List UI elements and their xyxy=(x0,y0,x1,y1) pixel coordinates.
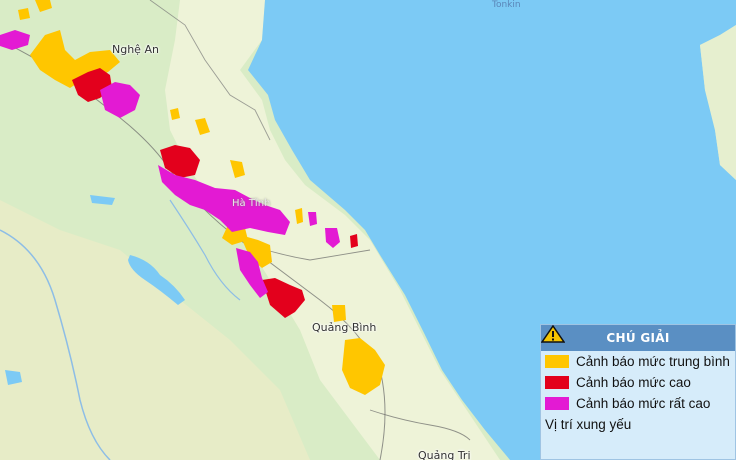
legend-item-very-high: Cảnh báo mức rất cao xyxy=(541,393,735,414)
legend-item-medium: Cảnh báo mức trung bình xyxy=(541,351,735,372)
legend-item-vulnerable: Vị trí xung yếu xyxy=(541,325,735,435)
legend-panel: CHÚ GIẢI Cảnh báo mức trung bình Cảnh bá… xyxy=(540,324,736,460)
legend-swatch-very-high xyxy=(545,397,569,410)
place-quang-tri: Quảng Trị xyxy=(418,449,471,460)
legend-label-vulnerable: Vị trí xung yếu xyxy=(545,417,632,432)
legend-title: CHÚ GIẢI xyxy=(541,325,735,351)
legend-item-high: Cảnh báo mức cao xyxy=(541,372,735,393)
legend-swatch-high xyxy=(545,376,569,389)
map-view[interactable]: Nghệ An Hà Tĩnh Quảng Bình Quảng Trị Ton… xyxy=(0,0,736,460)
legend-label-medium: Cảnh báo mức trung bình xyxy=(576,354,730,369)
warning-triangle-icon xyxy=(541,325,565,343)
zone-high-4[interactable] xyxy=(350,234,358,248)
place-quang-binh: Quảng Bình xyxy=(312,321,377,334)
place-ha-tinh: Hà Tĩnh xyxy=(232,198,271,209)
place-tonkin: Tonkin xyxy=(492,0,521,10)
legend-label-high: Cảnh báo mức cao xyxy=(576,375,691,390)
zone-medium-9[interactable] xyxy=(332,305,346,322)
legend-label-very-high: Cảnh báo mức rất cao xyxy=(576,396,711,411)
legend-swatch-medium xyxy=(545,355,569,368)
zone-medium-3[interactable] xyxy=(18,8,30,20)
place-nghe-an: Nghệ An xyxy=(112,43,159,56)
